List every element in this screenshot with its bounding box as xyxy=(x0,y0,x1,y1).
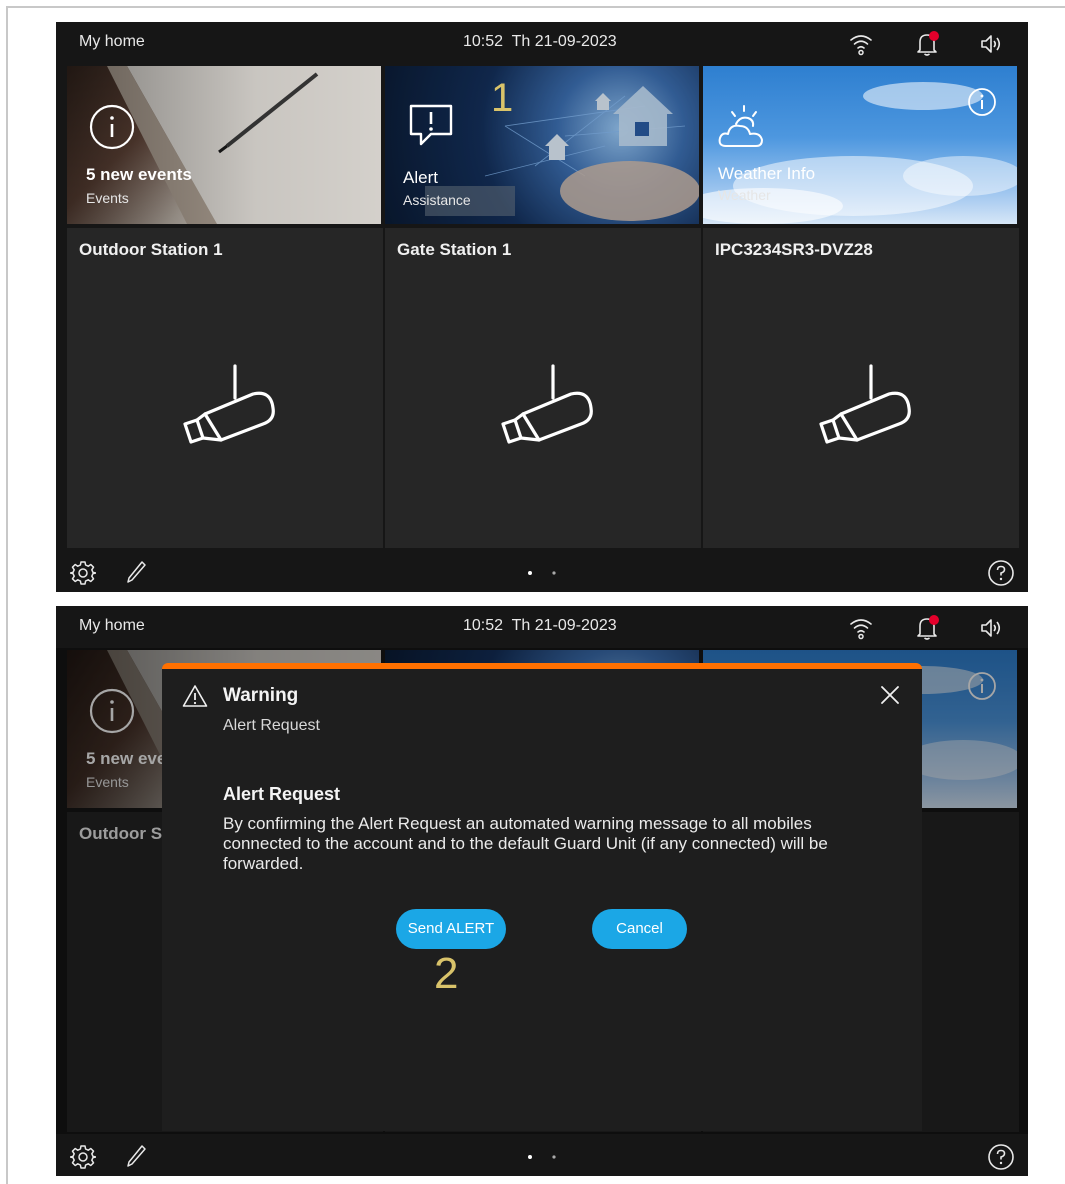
page-indicator[interactable] xyxy=(525,570,559,576)
bottom-bar xyxy=(56,550,1028,592)
tile-weather[interactable]: Weather Info Weather xyxy=(703,66,1017,224)
tile-events[interactable]: 5 new events Events xyxy=(67,66,381,224)
gear-icon[interactable] xyxy=(70,1144,96,1170)
wifi-icon[interactable] xyxy=(848,31,874,57)
warning-dialog: Warning Alert Request Alert Request By c… xyxy=(162,663,922,1131)
wifi-icon[interactable] xyxy=(848,615,874,641)
cancel-button[interactable]: Cancel xyxy=(592,909,687,949)
camera-label: IPC3234SR3-DVZ28 xyxy=(715,240,873,259)
tile-alert[interactable]: 1 Alert Assistance xyxy=(385,66,699,224)
notification-dot xyxy=(929,31,939,41)
time: 10:52 xyxy=(463,617,504,634)
close-icon[interactable] xyxy=(878,683,902,707)
dialog-body-text: By confirming the Alert Request an autom… xyxy=(223,814,828,873)
speaker-icon[interactable] xyxy=(978,615,1004,641)
camera-icon xyxy=(183,364,275,444)
time: 10:52 xyxy=(463,33,504,50)
date: Th 21-09-2023 xyxy=(511,33,617,50)
dialog-subtitle: Alert Request xyxy=(223,717,320,734)
camera-label: Outdoor Station 1 xyxy=(79,240,223,259)
camera-tile-gate-station[interactable]: Gate Station 1 xyxy=(385,228,701,548)
tile-title: Alert xyxy=(403,168,438,187)
tile-title: Weather Info xyxy=(718,164,816,183)
gear-icon[interactable] xyxy=(70,560,96,586)
tile-title: 5 new events xyxy=(86,165,192,184)
bottom-bar xyxy=(56,1134,1028,1176)
send-alert-button[interactable]: Send ALERT xyxy=(396,909,506,949)
alert-icon xyxy=(409,104,453,146)
notification-dot xyxy=(929,615,939,625)
tile-subtitle: Assistance xyxy=(403,192,471,208)
camera-tile-outdoor-station[interactable]: Outdoor Station 1 xyxy=(67,228,383,548)
clock: 10:52 Th 21-09-2023 xyxy=(463,617,617,635)
home-screen: My home 10:52 Th 21-09-2023 5 new events… xyxy=(56,22,1028,592)
dialog-title: Warning xyxy=(223,685,299,706)
alert-dialog-screen: My home 10:52 Th 21-09-2023 5 new eve Ev… xyxy=(56,606,1028,1176)
home-title: My home xyxy=(79,617,145,634)
top-bar: My home 10:52 Th 21-09-2023 xyxy=(56,22,1028,64)
home-title: My home xyxy=(79,33,145,50)
speaker-icon[interactable] xyxy=(978,31,1004,57)
dialog-body-title: Alert Request xyxy=(223,784,341,804)
camera-icon xyxy=(819,364,911,444)
clock: 10:52 Th 21-09-2023 xyxy=(463,33,617,51)
camera-icon xyxy=(501,364,593,444)
step-marker-2: 2 xyxy=(434,949,459,998)
tile-subtitle: Events xyxy=(86,190,129,206)
date: Th 21-09-2023 xyxy=(511,617,617,634)
info-icon xyxy=(89,104,135,150)
camera-label: Gate Station 1 xyxy=(397,240,512,259)
step-marker-1: 1 xyxy=(491,76,514,120)
edit-pencil-icon[interactable] xyxy=(125,560,147,584)
help-icon[interactable] xyxy=(987,1143,1015,1171)
page-indicator[interactable] xyxy=(525,1154,559,1160)
warning-icon xyxy=(182,685,208,707)
edit-pencil-icon[interactable] xyxy=(125,1144,147,1168)
camera-tile-ipc[interactable]: IPC3234SR3-DVZ28 xyxy=(703,228,1019,548)
top-bar: My home 10:52 Th 21-09-2023 xyxy=(56,606,1028,648)
help-icon[interactable] xyxy=(987,559,1015,587)
partly-cloudy-icon xyxy=(718,105,763,147)
info-icon[interactable] xyxy=(967,87,997,117)
tile-subtitle: Weather xyxy=(718,187,771,203)
